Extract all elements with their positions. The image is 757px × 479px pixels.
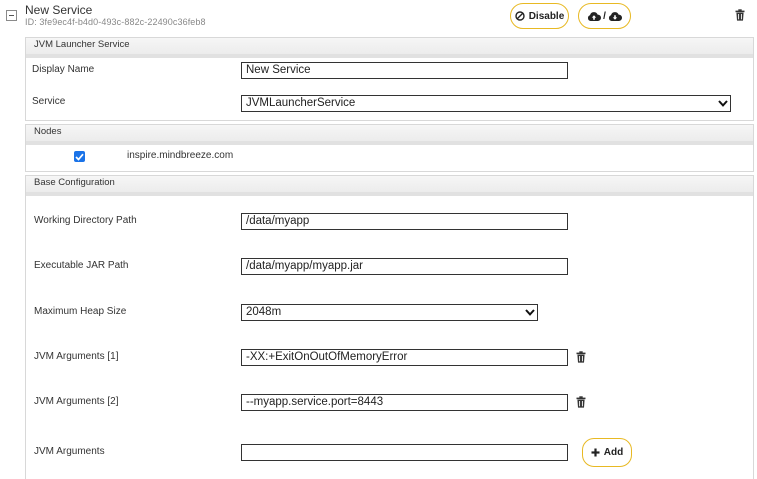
display-name-label: Display Name <box>32 64 95 75</box>
jvm-arg-2-label: JVM Arguments [2] <box>34 396 119 407</box>
service-id: ID: 3fe9ec4f-b4d0-493c-882c-22490c36feb8 <box>25 17 206 27</box>
working-dir-input[interactable]: /data/myapp <box>241 213 568 230</box>
node-checkbox[interactable] <box>74 151 85 162</box>
launcher-panel-header: JVM Launcher Service <box>26 38 753 58</box>
jvm-arg-1-input[interactable]: -XX:+ExitOnOutOfMemoryError <box>241 349 568 366</box>
cloud-separator: / <box>603 10 606 22</box>
jvm-new-arg-label: JVM Arguments <box>34 446 105 457</box>
delete-jvm-arg-2-trash-icon[interactable] <box>576 396 586 408</box>
collapse-toggle[interactable] <box>6 10 17 21</box>
service-label: Service <box>32 96 66 107</box>
heap-size-select-value: 2048m <box>246 306 282 318</box>
node-label: inspire.mindbreeze.com <box>127 150 234 161</box>
nodes-panel-header: Nodes <box>26 125 753 145</box>
service-title: New Service <box>25 3 93 17</box>
nodes-panel: Nodes <box>25 124 754 172</box>
service-select[interactable]: JVMLauncherService <box>241 95 731 112</box>
add-button-label: Add <box>603 447 624 458</box>
heap-size-label: Maximum Heap Size <box>34 306 127 317</box>
chevron-down-icon <box>716 97 730 111</box>
jar-path-label: Executable JAR Path <box>34 260 129 271</box>
chevron-down-icon <box>523 306 537 320</box>
jar-path-input[interactable]: /data/myapp/myapp.jar <box>241 258 568 275</box>
disable-button-label: Disable <box>528 10 565 22</box>
cloud-sync-button[interactable]: / <box>578 3 631 29</box>
jvm-new-arg-input[interactable] <box>241 444 568 461</box>
jvm-arg-2-input[interactable]: --myapp.service.port=8443 <box>241 394 568 411</box>
ban-icon <box>515 11 525 21</box>
plus-icon <box>591 448 600 457</box>
delete-jvm-arg-1-trash-icon[interactable] <box>576 351 586 363</box>
check-icon <box>75 153 84 161</box>
cloud-upload-icon <box>587 11 602 22</box>
delete-service-trash-icon[interactable] <box>735 9 745 21</box>
working-dir-label: Working Directory Path <box>34 215 137 226</box>
base-config-panel-header: Base Configuration <box>26 176 753 196</box>
cloud-download-icon <box>608 11 622 22</box>
add-jvm-arg-button[interactable]: Add <box>582 438 632 467</box>
jvm-arg-1-label: JVM Arguments [1] <box>34 351 119 362</box>
service-select-value: JVMLauncherService <box>246 97 356 109</box>
disable-button[interactable]: Disable <box>510 3 569 29</box>
display-name-input[interactable]: New Service <box>241 62 568 79</box>
heap-size-select[interactable]: 2048m <box>241 304 538 321</box>
